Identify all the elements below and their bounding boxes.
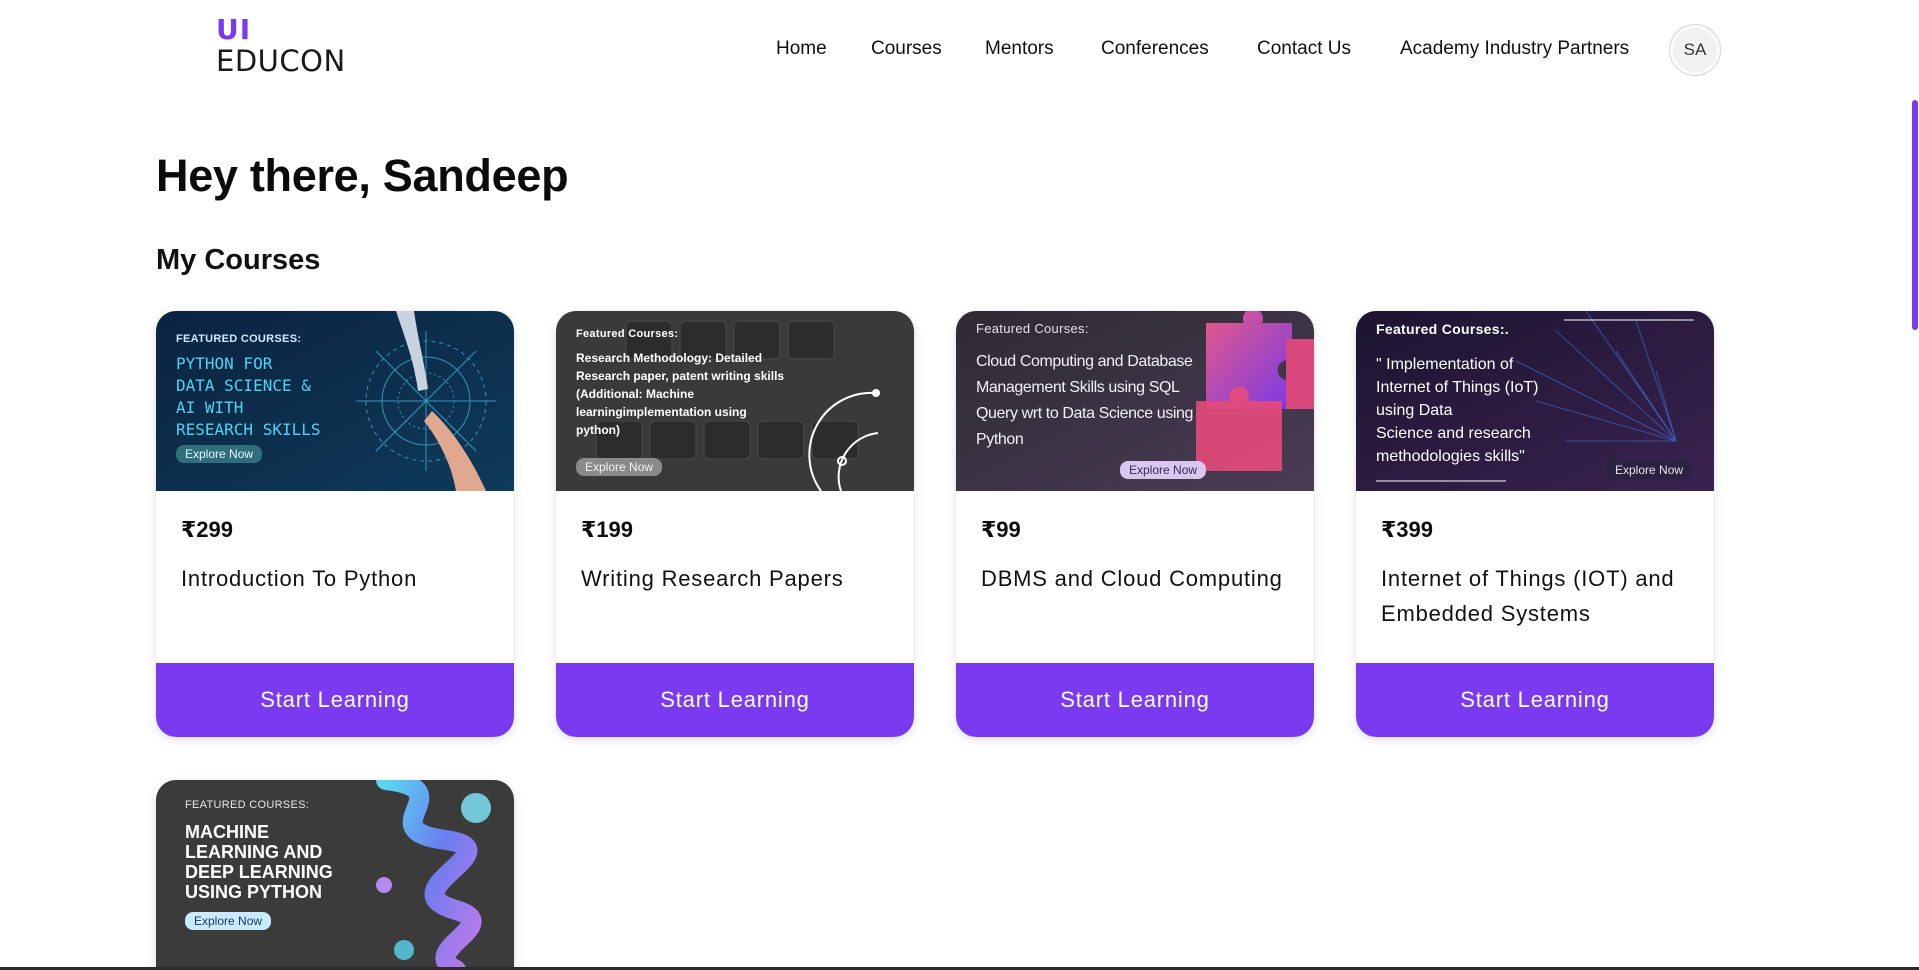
start-learning-button[interactable]: Start Learning xyxy=(956,663,1314,737)
nav-courses[interactable]: Courses xyxy=(871,38,942,60)
thumb-title: Cloud Computing and Database Management … xyxy=(976,353,1194,448)
brand-logo[interactable]: UI EDUCON xyxy=(216,13,346,79)
thumb-featured-label: Featured Courses: xyxy=(576,328,679,340)
user-avatar[interactable]: SA xyxy=(1669,24,1721,76)
explore-now-badge[interactable]: Explore Now xyxy=(185,912,272,930)
thumb-title: MACHINE LEARNING AND DEEP LEARNING USING… xyxy=(185,822,333,902)
page-scrollbar[interactable] xyxy=(1912,100,1918,330)
course-title: Writing Research Papers xyxy=(581,566,844,591)
course-thumbnail[interactable]: FEATURED COURSES: MACHINE LEARNING AND D… xyxy=(156,780,514,970)
course-card: FEATURED COURSES: PYTHON FOR DATA SCIENC… xyxy=(156,311,514,737)
start-learning-button[interactable]: Start Learning xyxy=(156,663,514,737)
course-title: Internet of Things (IOT) and Embedded Sy… xyxy=(1381,566,1675,626)
explore-now-badge[interactable]: Explore Now xyxy=(576,458,663,476)
explore-now-badge[interactable]: Explore Now xyxy=(1120,461,1207,479)
course-card: Featured Courses:. " Implementation of I… xyxy=(1356,311,1714,737)
course-thumbnail[interactable]: Featured Courses: Research Methodology: … xyxy=(556,311,914,491)
thumb-title: Research Methodology: Detailed Research … xyxy=(576,351,785,437)
course-title: DBMS and Cloud Computing xyxy=(981,566,1283,591)
page-greeting: Hey there, Sandeep xyxy=(156,150,569,201)
thumb-featured-label: FEATURED COURSES: xyxy=(185,799,310,811)
course-thumbnail[interactable]: Featured Courses: Cloud Computing and Da… xyxy=(956,311,1314,491)
section-title-my-courses: My Courses xyxy=(156,244,321,276)
explore-now-badge[interactable]: Explore Now xyxy=(1606,461,1693,479)
course-price: ₹99 xyxy=(981,517,1021,542)
nav-contact-us[interactable]: Contact Us xyxy=(1257,38,1351,60)
start-learning-button[interactable]: Start Learning xyxy=(556,663,914,737)
thumb-title: PYTHON FOR DATA SCIENCE & AI WITH RESEAR… xyxy=(176,354,321,439)
thumb-title: " Implementation of Internet of Things (… xyxy=(1376,356,1539,465)
nav-academy-industry-partners[interactable]: Academy Industry Partners xyxy=(1400,38,1629,60)
course-title: Introduction To Python xyxy=(181,566,418,591)
course-thumbnail[interactable]: Featured Courses:. " Implementation of I… xyxy=(1356,311,1714,491)
course-price: ₹199 xyxy=(581,517,634,542)
nav-mentors[interactable]: Mentors xyxy=(985,38,1054,60)
course-card: FEATURED COURSES: MACHINE LEARNING AND D… xyxy=(156,780,514,970)
course-card: Featured Courses: Cloud Computing and Da… xyxy=(956,311,1314,737)
start-learning-button[interactable]: Start Learning xyxy=(1356,663,1714,737)
nav-home[interactable]: Home xyxy=(776,38,827,60)
top-header: UI EDUCON Home Courses Mentors Conferenc… xyxy=(0,0,1919,100)
thumb-featured-label: Featured Courses: xyxy=(976,321,1089,336)
brand-mark: UI xyxy=(216,13,252,46)
explore-now-badge[interactable]: Explore Now xyxy=(176,445,263,463)
course-thumbnail[interactable]: FEATURED COURSES: PYTHON FOR DATA SCIENC… xyxy=(156,311,514,491)
course-price: ₹299 xyxy=(181,517,234,542)
brand-name: EDUCON xyxy=(216,44,346,78)
course-price: ₹399 xyxy=(1381,517,1434,542)
course-card: Featured Courses: Research Methodology: … xyxy=(556,311,914,737)
thumb-featured-label: Featured Courses:. xyxy=(1376,321,1509,337)
thumb-featured-label: FEATURED COURSES: xyxy=(176,333,302,345)
nav-conferences[interactable]: Conferences xyxy=(1101,38,1209,60)
